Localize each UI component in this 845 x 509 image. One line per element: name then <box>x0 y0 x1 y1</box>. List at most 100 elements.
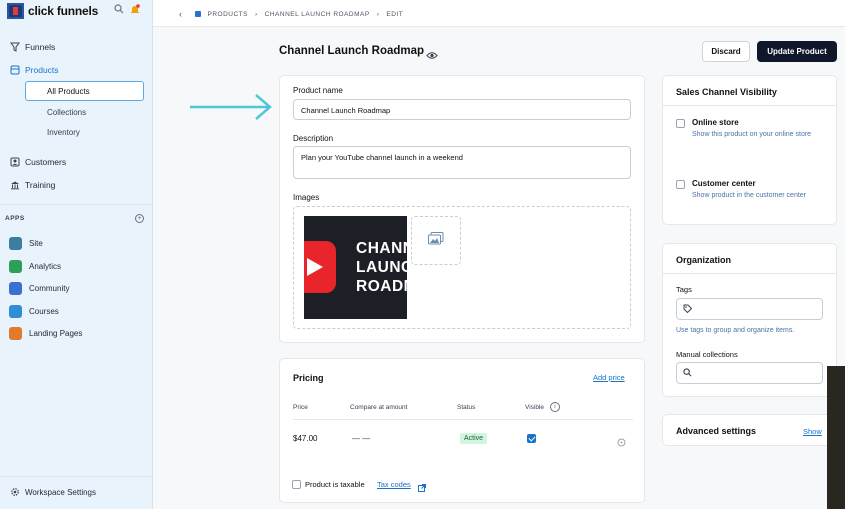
advanced-settings-title: Advanced settings <box>676 426 757 436</box>
products-icon <box>194 11 201 17</box>
breadcrumb-products[interactable]: PRODUCTS <box>208 11 248 18</box>
sales-channel-card: Sales Channel Visibility Online store Sh… <box>662 75 837 225</box>
customer-center-description: Show product in the customer center <box>692 192 807 199</box>
sidebar-app-community[interactable]: Community <box>9 282 69 295</box>
sidebar-item-funnels[interactable]: Funnels <box>10 42 55 52</box>
update-product-button[interactable]: Update Product <box>757 41 837 62</box>
sidebar: click funnels Funnels Products All Produ… <box>0 0 153 509</box>
description-textarea[interactable]: Plan your YouTube channel launch in a we… <box>293 146 631 179</box>
sidebar-item-products[interactable]: Products <box>10 65 59 75</box>
visible-checkbox[interactable] <box>527 434 536 443</box>
customers-icon <box>10 157 20 167</box>
sidebar-divider <box>0 476 153 477</box>
pricing-card: Pricing Add price Price Compare at amoun… <box>279 358 645 503</box>
breadcrumb-separator: › <box>254 10 258 18</box>
sidebar-item-label: Training <box>25 180 56 190</box>
product-image-thumbnail[interactable]: CHANNEL LAUNCH ROADMAP <box>304 216 407 319</box>
presenter-video-overlay <box>827 366 845 509</box>
filter-icon <box>10 42 20 52</box>
breadcrumb-product[interactable]: CHANNEL LAUNCH ROADMAP <box>265 11 370 18</box>
sidebar-app-site[interactable]: Site <box>9 237 43 250</box>
apps-section-label: APPS <box>5 215 25 222</box>
top-bar: ‹ PRODUCTS › CHANNEL LAUNCH ROADMAP › ED… <box>153 0 845 27</box>
add-price-link[interactable]: Add price <box>593 373 625 382</box>
breadcrumb: ‹ PRODUCTS › CHANNEL LAUNCH ROADMAP › ED… <box>179 9 410 19</box>
online-store-description: Show this product on your online store <box>692 131 812 138</box>
landing-pages-icon <box>9 327 22 340</box>
analytics-icon <box>9 260 22 273</box>
sidebar-subitem-label: All Products <box>47 86 90 96</box>
eye-icon[interactable] <box>426 47 438 65</box>
page-title: Channel Launch Roadmap <box>279 45 425 57</box>
card-divider <box>663 273 836 274</box>
products-icon <box>10 65 20 75</box>
image-icon <box>428 231 444 250</box>
tags-input[interactable] <box>676 298 823 320</box>
sidebar-subitem-collections[interactable]: Collections <box>25 102 144 122</box>
notification-bell-icon[interactable] <box>130 4 140 18</box>
tag-icon <box>683 304 693 315</box>
back-chevron-icon[interactable]: ‹ <box>179 9 183 19</box>
collections-search-input[interactable] <box>676 362 823 384</box>
sidebar-divider <box>0 204 153 205</box>
sidebar-subitem-inventory[interactable]: Inventory <box>25 122 144 142</box>
thumbnail-text: CHANNEL LAUNCH ROADMAP <box>356 240 407 295</box>
app-label: Landing Pages <box>29 329 83 338</box>
sidebar-app-landing-pages[interactable]: Landing Pages <box>9 327 82 340</box>
pricing-title: Pricing <box>293 373 324 383</box>
taxable-checkbox[interactable] <box>292 480 301 489</box>
search-icon <box>683 368 692 379</box>
sidebar-item-customers[interactable]: Customers <box>10 157 66 167</box>
info-icon[interactable]: i <box>550 402 560 412</box>
description-label: Description <box>293 134 334 143</box>
online-store-label: Online store <box>692 118 739 127</box>
price-value: $47.00 <box>293 434 318 443</box>
sidebar-item-label: Products <box>25 65 59 75</box>
compare-value: — — <box>352 434 371 443</box>
product-name-input[interactable]: Channel Launch Roadmap <box>293 99 631 120</box>
add-app-icon[interactable]: + <box>135 214 144 223</box>
sidebar-app-analytics[interactable]: Analytics <box>9 260 61 273</box>
site-icon <box>9 237 22 250</box>
product-name-label: Product name <box>293 86 343 95</box>
sales-channel-title: Sales Channel Visibility <box>676 87 777 97</box>
product-name-value: Channel Launch Roadmap <box>301 106 391 115</box>
column-header-visible: Visible <box>525 404 545 411</box>
courses-icon <box>9 305 22 318</box>
sidebar-app-courses[interactable]: Courses <box>9 305 59 318</box>
show-advanced-link[interactable]: Show <box>803 427 822 436</box>
breadcrumb-separator: › <box>376 10 380 18</box>
tax-codes-link[interactable]: Tax codes <box>377 480 411 489</box>
description-value: Plan your YouTube channel launch in a we… <box>301 153 463 162</box>
customer-center-checkbox[interactable] <box>676 180 685 189</box>
app-label: Courses <box>29 307 59 316</box>
workspace-settings-label: Workspace Settings <box>25 487 96 497</box>
organization-card: Organization Tags Use tags to group and … <box>662 243 837 397</box>
sidebar-subitem-label: Inventory <box>47 127 80 137</box>
brand-logo[interactable]: click funnels <box>7 2 147 20</box>
sidebar-subitem-label: Collections <box>47 107 87 117</box>
sidebar-subitem-all-products[interactable]: All Products <box>25 81 144 101</box>
card-divider <box>663 105 836 106</box>
organization-title: Organization <box>676 255 732 265</box>
online-store-checkbox[interactable] <box>676 119 685 128</box>
more-options-icon[interactable] <box>617 434 626 452</box>
add-image-button[interactable] <box>411 216 461 265</box>
gear-icon <box>10 487 20 497</box>
images-dropzone[interactable]: CHANNEL LAUNCH ROADMAP <box>293 206 631 329</box>
workspace-settings[interactable]: Workspace Settings <box>10 487 96 497</box>
search-icon[interactable] <box>114 4 124 17</box>
training-icon <box>10 180 20 190</box>
status-badge: Active <box>460 433 488 444</box>
table-divider <box>293 419 633 420</box>
app-label: Site <box>29 239 43 248</box>
images-label: Images <box>293 193 320 202</box>
sidebar-item-training[interactable]: Training <box>10 180 55 190</box>
discard-button[interactable]: Discard <box>702 41 750 62</box>
product-details-card: Product name Channel Launch Roadmap Desc… <box>279 75 645 343</box>
external-link-icon[interactable] <box>418 479 426 497</box>
manual-collections-label: Manual collections <box>676 350 738 359</box>
column-header-status: Status <box>457 404 476 411</box>
brand-name: click funnels <box>28 4 99 18</box>
play-icon <box>307 258 323 276</box>
